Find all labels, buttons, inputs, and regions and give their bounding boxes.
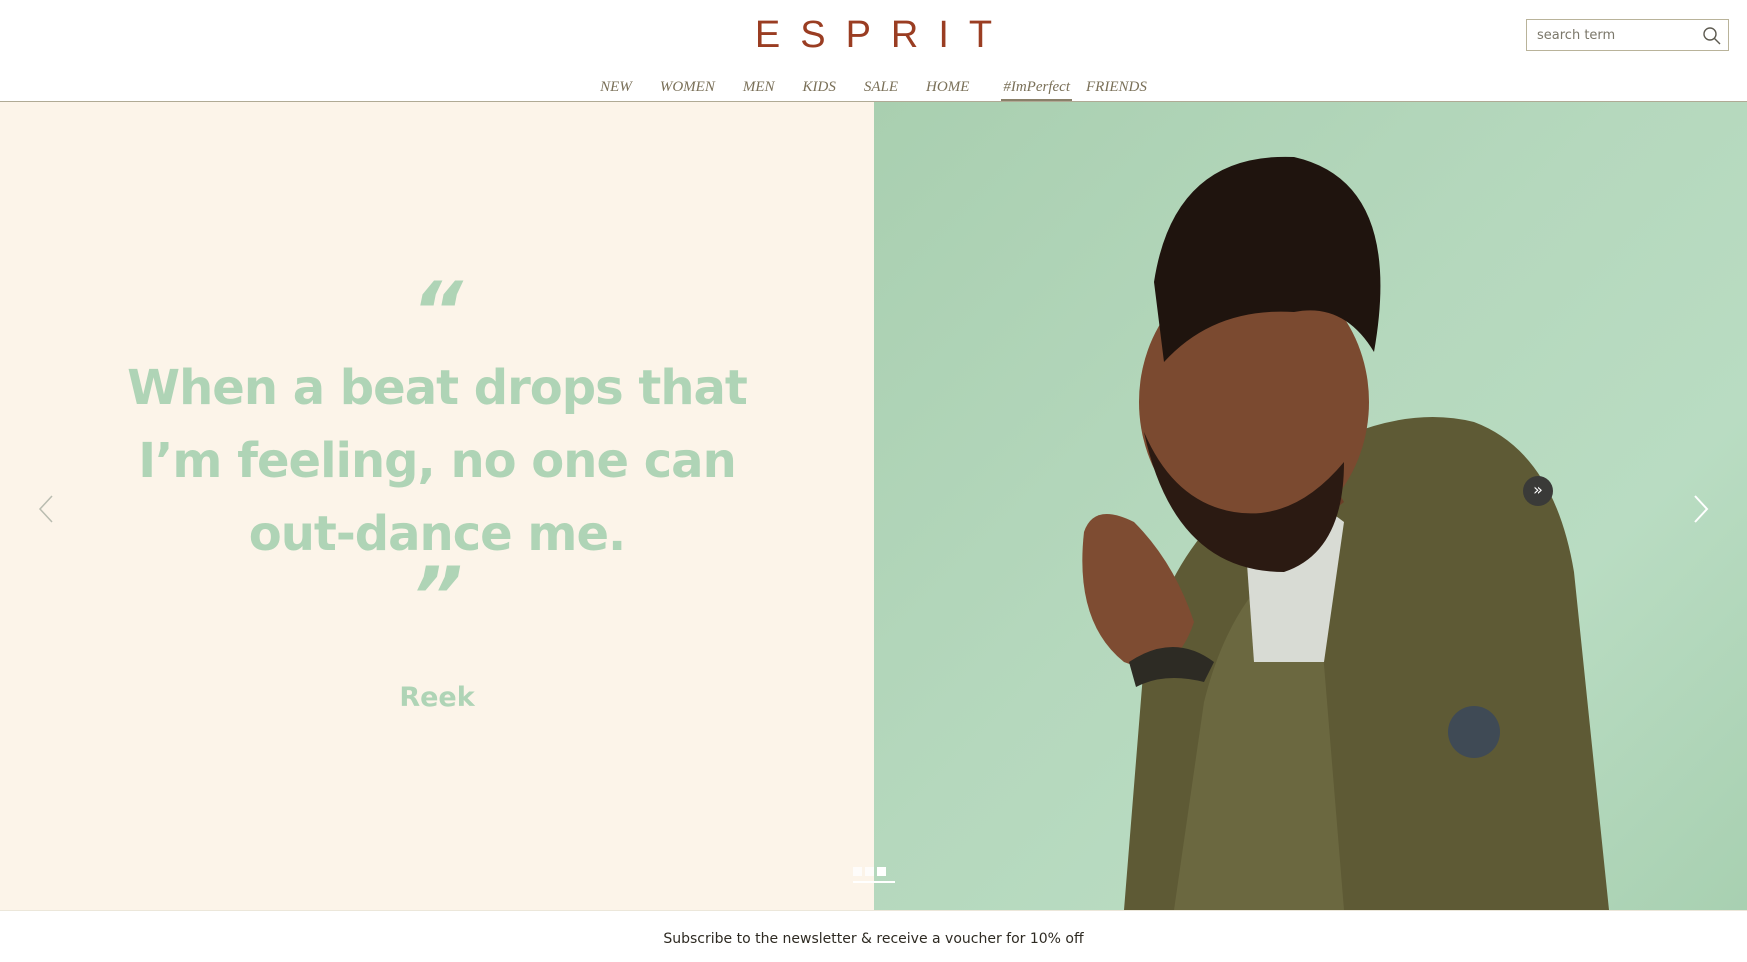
quote-author: Reek xyxy=(399,682,475,713)
nav-item-men[interactable]: MEN xyxy=(729,79,789,101)
portrait-photo xyxy=(1082,156,1609,910)
hero-carousel: “ When a beat drops that I’m feeling, no… xyxy=(0,102,1747,910)
slide-dot[interactable] xyxy=(865,867,874,876)
search-box[interactable] xyxy=(1526,19,1729,51)
quote-text: When a beat drops that I’m feeling, no o… xyxy=(127,360,748,562)
site-header: ESPRIT NEW WOMEN MEN KIDS SALE HOME #ImP… xyxy=(0,0,1747,102)
nav-item-friends[interactable]: FRIENDS xyxy=(1072,79,1161,101)
nav-item-new[interactable]: NEW xyxy=(586,79,646,101)
main-nav: NEW WOMEN MEN KIDS SALE HOME #ImPerfect … xyxy=(0,79,1747,101)
open-quote-mark: “ xyxy=(411,265,463,358)
prev-slide-arrow[interactable] xyxy=(32,484,62,534)
double-chevron-icon[interactable]: » xyxy=(1523,476,1553,506)
nav-item-imperfect[interactable]: #ImPerfect xyxy=(1001,79,1072,101)
nav-item-women[interactable]: WOMEN xyxy=(646,79,729,101)
nav-item-home[interactable]: HOME xyxy=(912,79,983,101)
search-icon[interactable] xyxy=(1702,26,1722,46)
slide-dot-active[interactable] xyxy=(877,867,886,876)
slide-indicators xyxy=(853,867,886,881)
quote-panel: “ When a beat drops that I’m feeling, no… xyxy=(0,102,874,910)
newsletter-link[interactable]: Subscribe to the newsletter & receive a … xyxy=(0,931,1747,947)
slide-dot[interactable] xyxy=(853,867,862,876)
nav-item-kids[interactable]: KIDS xyxy=(789,79,850,101)
hero-photo xyxy=(874,102,1747,910)
close-quote-mark: ” xyxy=(411,550,463,643)
esprit-logo[interactable]: ESPRIT xyxy=(0,14,1747,57)
newsletter-bar: Subscribe to the newsletter & receive a … xyxy=(0,910,1747,962)
slide-indicator-bar xyxy=(853,881,895,883)
search-input[interactable] xyxy=(1527,20,1707,50)
nav-item-sale[interactable]: SALE xyxy=(850,79,912,101)
next-slide-arrow[interactable] xyxy=(1685,484,1715,534)
